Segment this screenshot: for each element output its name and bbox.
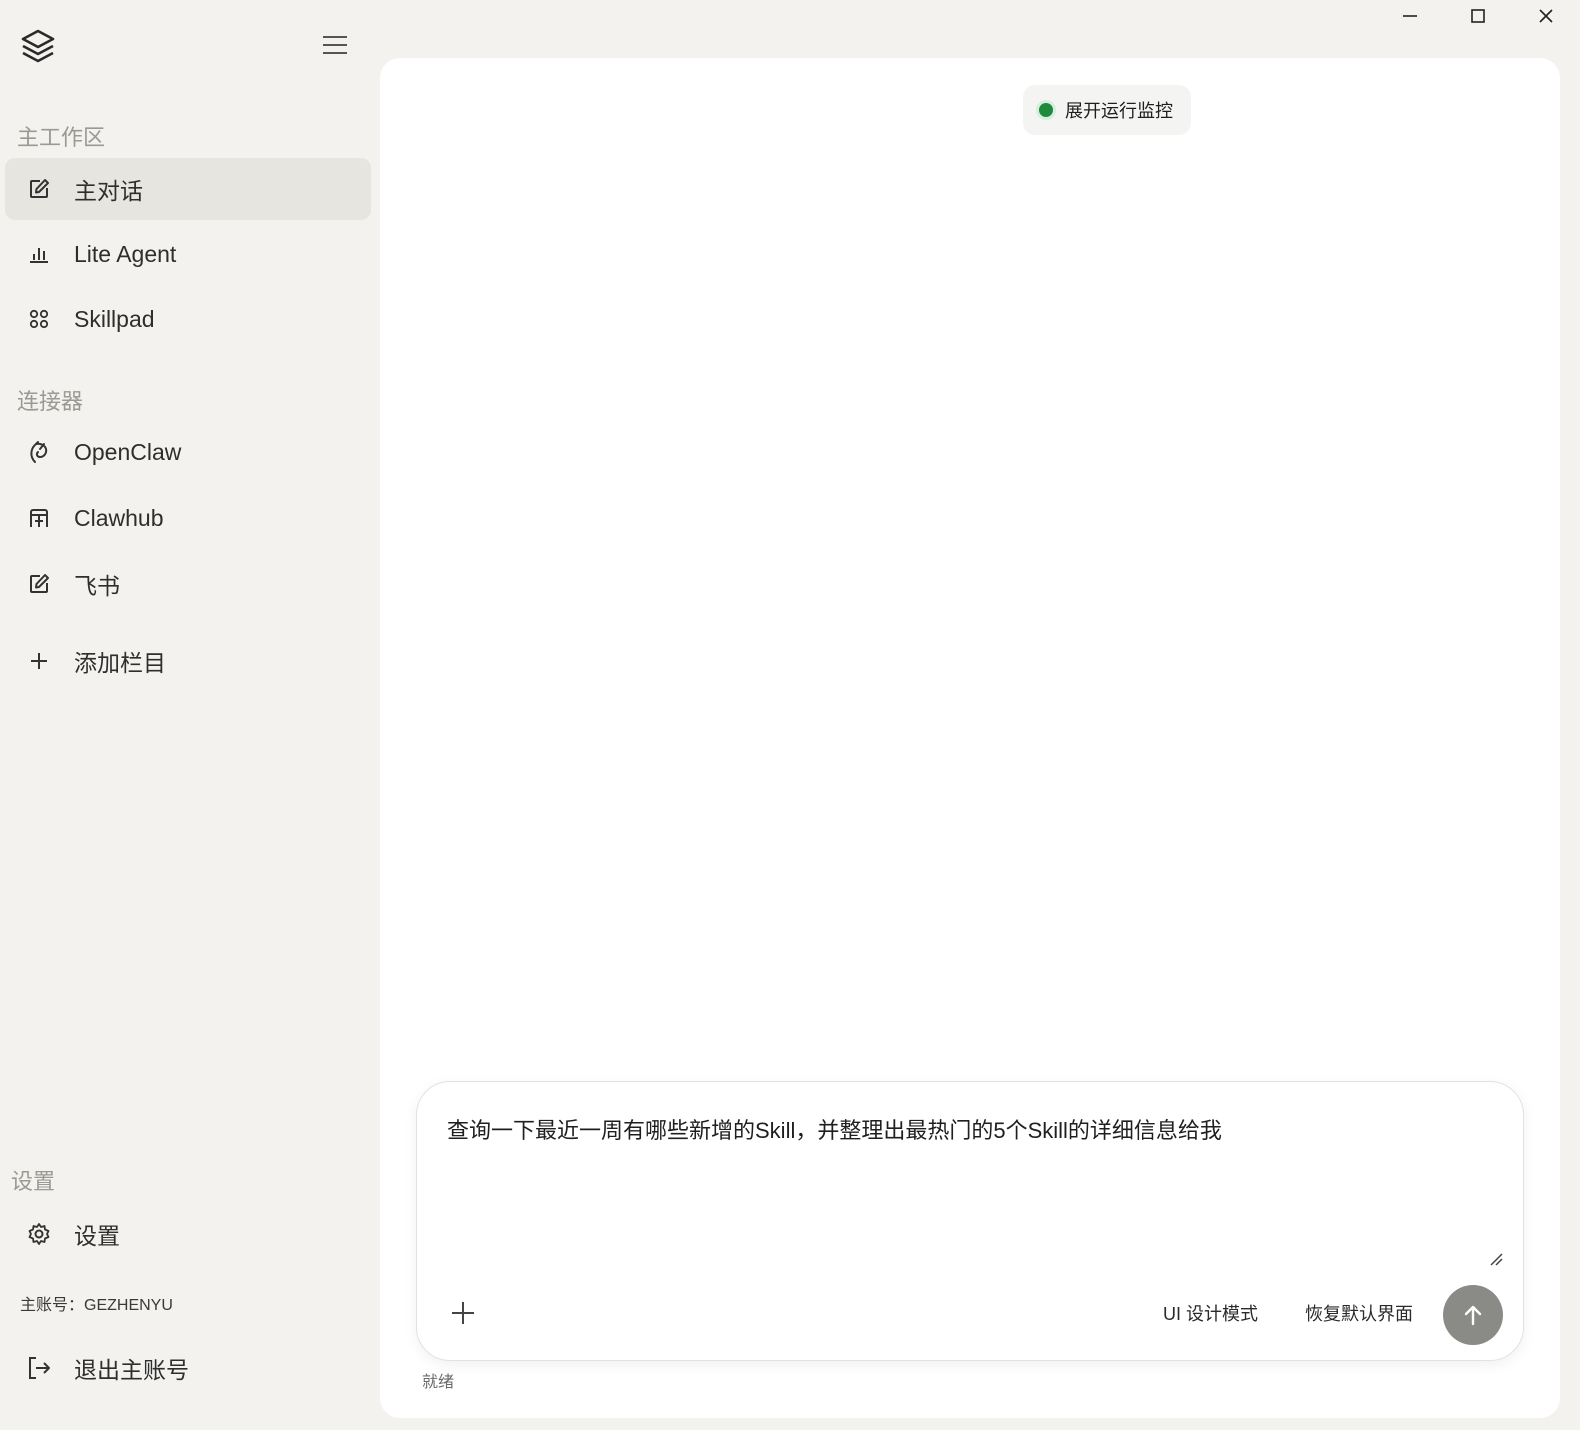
- account-label: 主账号：GEZHENYU: [20, 1297, 173, 1314]
- plus-icon: [26, 648, 52, 674]
- close-button[interactable]: [1512, 0, 1580, 32]
- resize-handle-icon[interactable]: [1489, 1252, 1503, 1266]
- sidebar-toggle-button[interactable]: [320, 32, 350, 58]
- add-column-button[interactable]: 添加栏目: [5, 630, 371, 692]
- send-button[interactable]: [1443, 1285, 1503, 1345]
- message-composer: 查询一下最近一周有哪些新增的Skill，并整理出最热门的5个Skill的详细信息…: [416, 1081, 1524, 1361]
- sidebar-item-settings[interactable]: 设置: [5, 1203, 371, 1265]
- edit-icon: [26, 571, 52, 597]
- hamburger-icon: [323, 36, 347, 54]
- hub-icon: [26, 505, 52, 531]
- sidebar-item-label: Lite Agent: [74, 240, 177, 267]
- ui-design-mode-button[interactable]: UI 设计模式: [1163, 1300, 1258, 1326]
- sidebar-item-feishu[interactable]: 飞书: [5, 553, 371, 615]
- gear-icon: [26, 1221, 52, 1247]
- window-controls: [1376, 0, 1580, 34]
- maximize-icon: [1471, 9, 1485, 23]
- sidebar-item-openclaw[interactable]: OpenClaw: [5, 421, 371, 483]
- main-panel: 展开运行监控 查询一下最近一周有哪些新增的Skill，并整理出最热门的5个Ski…: [380, 58, 1560, 1418]
- restore-default-button[interactable]: 恢复默认界面: [1305, 1300, 1413, 1326]
- sidebar-item-label: 主对话: [74, 178, 143, 204]
- section-label-settings: 设置: [11, 1169, 56, 1194]
- add-column-label: 添加栏目: [74, 650, 166, 676]
- message-input[interactable]: 查询一下最近一周有哪些新增的Skill，并整理出最热门的5个Skill的详细信息…: [447, 1116, 1487, 1146]
- sidebar-item-label: Clawhub: [74, 504, 164, 531]
- close-icon: [1539, 9, 1553, 23]
- attach-button[interactable]: [449, 1299, 477, 1327]
- arrow-up-icon: [1464, 1305, 1482, 1326]
- sidebar: 主工作区 主对话 Lite Agent Skillpad 连接器 OpenCla: [0, 0, 380, 1430]
- maximize-button[interactable]: [1444, 0, 1512, 32]
- edit-icon: [26, 176, 52, 202]
- claw-icon: [26, 439, 52, 465]
- logout-icon: [26, 1355, 52, 1381]
- sidebar-item-label: 飞书: [74, 573, 120, 599]
- sidebar-item-label: Skillpad: [74, 305, 155, 332]
- sidebar-item-clawhub[interactable]: Clawhub: [5, 487, 371, 549]
- section-label-connectors: 连接器: [17, 389, 84, 414]
- expand-monitor-label: 展开运行监控: [1065, 101, 1173, 121]
- sidebar-item-main-chat[interactable]: 主对话: [5, 158, 371, 220]
- sidebar-item-lite-agent[interactable]: Lite Agent: [5, 223, 371, 285]
- section-label-workspace: 主工作区: [17, 125, 106, 150]
- logout-button[interactable]: 退出主账号: [5, 1337, 371, 1399]
- grid-dots-icon: [26, 306, 52, 332]
- status-indicator-dot: [1039, 103, 1053, 117]
- layers-logo-icon[interactable]: [20, 28, 56, 64]
- plus-icon: [452, 1302, 474, 1324]
- expand-monitor-button[interactable]: 展开运行监控: [1023, 85, 1191, 135]
- bar-chart-icon: [26, 241, 52, 267]
- sidebar-item-label: 设置: [74, 1223, 120, 1249]
- logout-label: 退出主账号: [74, 1357, 189, 1383]
- minimize-button[interactable]: [1376, 0, 1444, 32]
- minimize-icon: [1403, 15, 1417, 17]
- status-text: 就绪: [422, 1374, 455, 1391]
- app-window: 主工作区 主对话 Lite Agent Skillpad 连接器 OpenCla: [0, 0, 1580, 1430]
- sidebar-item-skillpad[interactable]: Skillpad: [5, 288, 371, 350]
- sidebar-item-label: OpenClaw: [74, 438, 182, 465]
